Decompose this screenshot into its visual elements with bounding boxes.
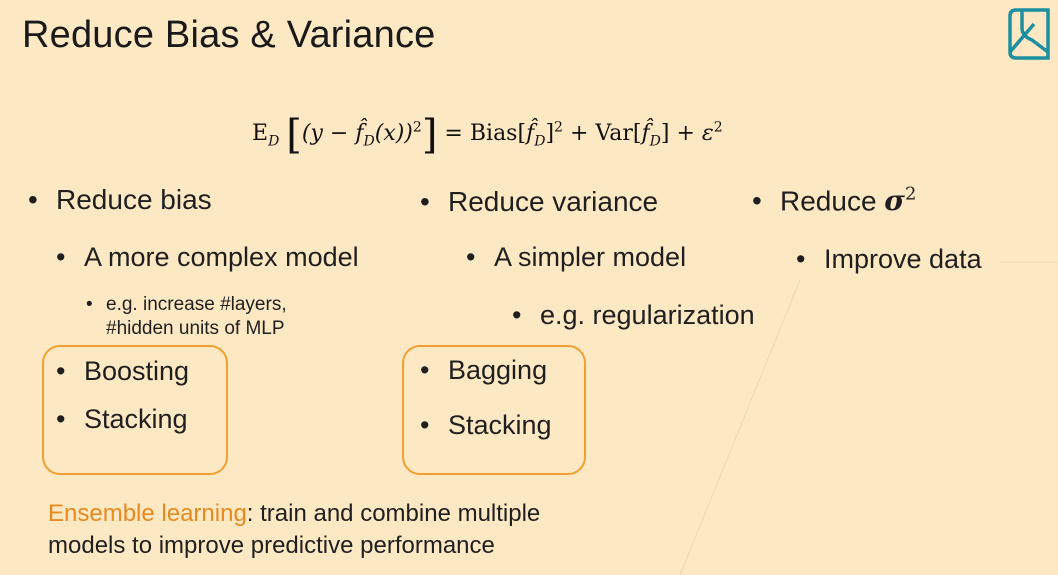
formula-fhat: f̂ xyxy=(355,121,364,146)
bias-item-bullet: • A more complex model xyxy=(56,242,359,272)
formula-equals: = xyxy=(444,121,463,146)
formula-var-fhat: f̂ xyxy=(641,121,650,146)
book-logo-icon xyxy=(1008,8,1050,60)
variance-heading: Reduce variance xyxy=(448,186,659,217)
formula-var-sub: D xyxy=(649,133,661,150)
formula-inner-b: (x)) xyxy=(374,121,413,146)
ensemble-learning-term: Ensemble learning xyxy=(48,500,247,527)
noise-item-bullet: • Improve data xyxy=(796,244,982,274)
variance-item-bullet: • A simpler model xyxy=(466,242,687,272)
bias-method-stacking: Stacking xyxy=(84,404,188,434)
bias-subitem-bullet: • e.g. increase #layers, #hidden units of… xyxy=(86,294,287,339)
bias-subitem-line2: #hidden units of MLP xyxy=(106,318,285,339)
variance-subitem-bullet: • e.g. regularization xyxy=(512,300,755,330)
formula-plus-2: + xyxy=(676,121,695,146)
noise-sigma: σ2 xyxy=(884,184,917,218)
formula-exp: 2 xyxy=(412,119,422,136)
formula-left-bracket: [ xyxy=(286,112,302,158)
bias-method-boosting: Boosting xyxy=(84,356,190,386)
decorative-line xyxy=(679,261,1058,575)
formula-epsilon: ε xyxy=(701,121,714,146)
formula-bias-fhat: f̂ xyxy=(526,121,535,146)
bias-item-complex-model: A more complex model xyxy=(84,242,359,272)
formula-E-sub: D xyxy=(268,133,280,150)
variance-item-simpler-model: A simpler model xyxy=(494,242,687,272)
slide-title: Reduce Bias & Variance xyxy=(22,14,436,56)
noise-heading: Reduce xyxy=(780,185,877,217)
slide: Reduce Bias & Variance ED [(y − f̂D(x))2… xyxy=(0,0,1058,575)
variance-subitem-regularization: e.g. regularization xyxy=(540,300,755,330)
formula-epsilon-exp: 2 xyxy=(713,119,723,136)
variance-method-bagging-bullet: • Bagging xyxy=(420,355,548,385)
ensemble-learning-definition: Ensemble learning: train and combine mul… xyxy=(48,498,540,562)
variance-method-bagging: Bagging xyxy=(448,355,548,385)
formula-bias-exp: 2 xyxy=(554,119,563,136)
formula-fhat-sub: D xyxy=(363,133,375,150)
bias-method-boosting-bullet: • Boosting xyxy=(56,356,190,386)
variance-heading-bullet: • Reduce variance xyxy=(420,186,659,217)
formula-inner-a: (y − xyxy=(301,121,356,146)
variance-method-stacking-bullet: • Stacking xyxy=(420,410,552,440)
bias-heading-bullet: • Reduce bias xyxy=(28,184,212,215)
variance-method-stacking: Stacking xyxy=(448,410,552,440)
noise-item-improve-data: Improve data xyxy=(824,244,982,274)
bias-method-stacking-bullet: • Stacking xyxy=(56,404,188,434)
formula-bias: Bias[ xyxy=(469,121,527,146)
bias-variance-formula: ED [(y − f̂D(x))2] = Bias[f̂D]2 + Var[f̂… xyxy=(252,112,723,158)
formula-E: E xyxy=(252,121,269,146)
footer-text-2: models to improve predictive performance xyxy=(48,532,495,559)
formula-bias-close: ] xyxy=(545,121,555,146)
formula-right-bracket: ] xyxy=(421,112,438,158)
formula-plus-1: + xyxy=(569,121,589,146)
formula-var: Var[ xyxy=(595,121,642,146)
noise-heading-bullet: • Reduce σ2 xyxy=(752,184,917,218)
footer-text-1: : train and combine multiple xyxy=(246,500,541,527)
bias-subitem-line1: e.g. increase #layers, xyxy=(106,294,287,315)
bias-heading: Reduce bias xyxy=(56,184,212,215)
formula-var-close: ] xyxy=(660,121,670,146)
formula-bias-sub: D xyxy=(534,133,546,150)
